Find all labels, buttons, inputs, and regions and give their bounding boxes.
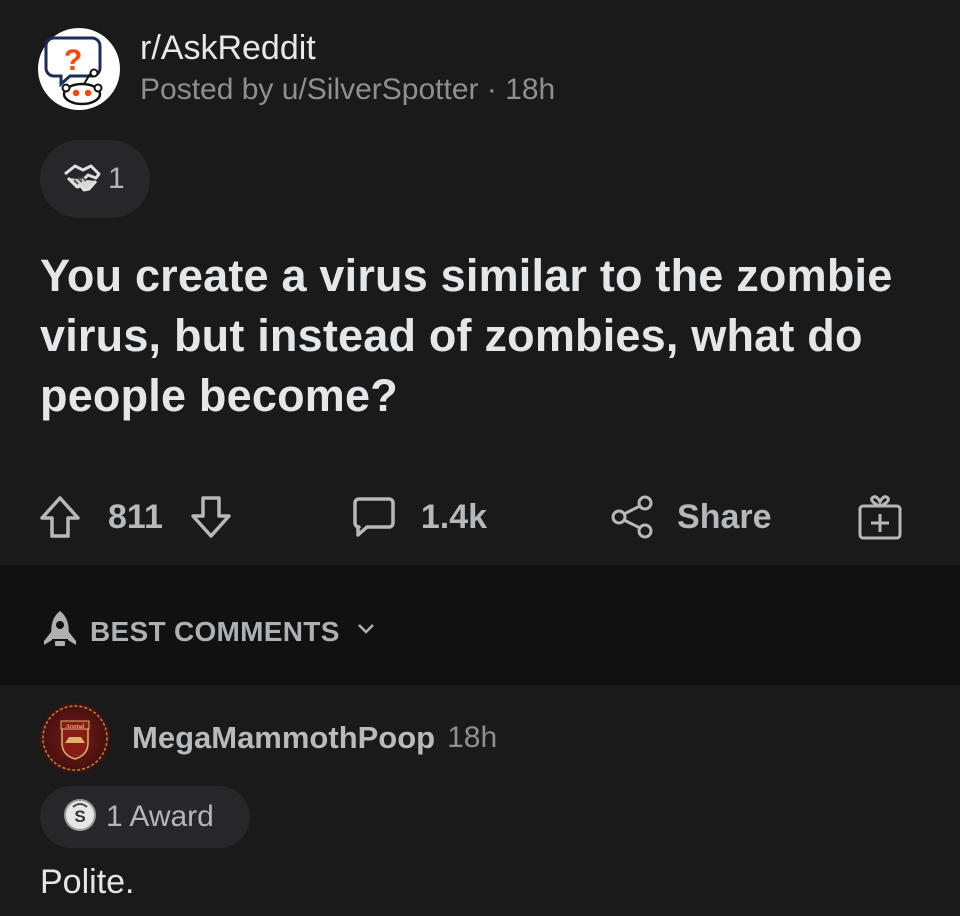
post: ? r/AskReddit Posted by u/SilverSpotter … [0,0,960,565]
comment-time: 18h [447,721,498,754]
handshake-award-icon [62,160,102,199]
comment-username[interactable]: MegaMammothPoop [132,720,435,756]
post-header-text: r/AskReddit Posted by u/SilverSpotter · … [140,28,555,110]
share-icon [609,494,655,540]
sort-label: BEST COMMENTS [90,615,340,647]
share-button[interactable]: Share [609,494,772,540]
avatar[interactable]: Arsenal [40,703,110,773]
silver-award-icon: S [62,797,98,838]
post-award-pill[interactable]: 1 [40,140,150,218]
post-meta: Posted by u/SilverSpotter · 18h [140,73,556,106]
svg-text:?: ? [64,44,82,77]
comments-button[interactable]: 1.4k [351,494,487,540]
subreddit-name[interactable]: r/AskReddit [140,28,555,68]
post-action-bar: 811 1.4k Share [38,485,928,549]
upvote-button[interactable] [38,494,82,540]
askreddit-snoo-icon[interactable]: ? [38,28,120,110]
rocket-icon [40,609,80,654]
chevron-down-icon [356,622,376,641]
give-award-button[interactable] [856,492,904,542]
comment-sort-dropdown[interactable]: BEST COMMENTS [40,609,376,654]
avatar-text: Arsenal [66,724,85,730]
comment-award-pill[interactable]: S 1 Award [40,786,250,848]
share-label: Share [677,497,772,536]
comment-sort-bar: BEST COMMENTS [0,565,960,685]
comment-award-label: 1 Award [106,800,214,833]
comment-bubble-icon [351,494,397,540]
post-award-count: 1 [108,162,125,195]
downvote-arrow-icon [189,494,233,540]
comment: Arsenal MegaMammothPoop 18h S 1 Award Po… [0,685,960,916]
downvote-button[interactable] [189,494,233,540]
svg-text:S: S [74,807,85,826]
comment-header: Arsenal MegaMammothPoop 18h [40,703,497,773]
gift-award-icon [856,492,904,542]
comment-count: 1.4k [420,497,488,536]
upvote-arrow-icon [38,494,82,540]
post-header: ? r/AskReddit Posted by u/SilverSpotter … [38,28,555,110]
vote-count: 811 [108,497,163,536]
post-title[interactable]: You create a virus similar to the zombie… [40,246,930,426]
comment-body: Polite. [40,863,135,901]
